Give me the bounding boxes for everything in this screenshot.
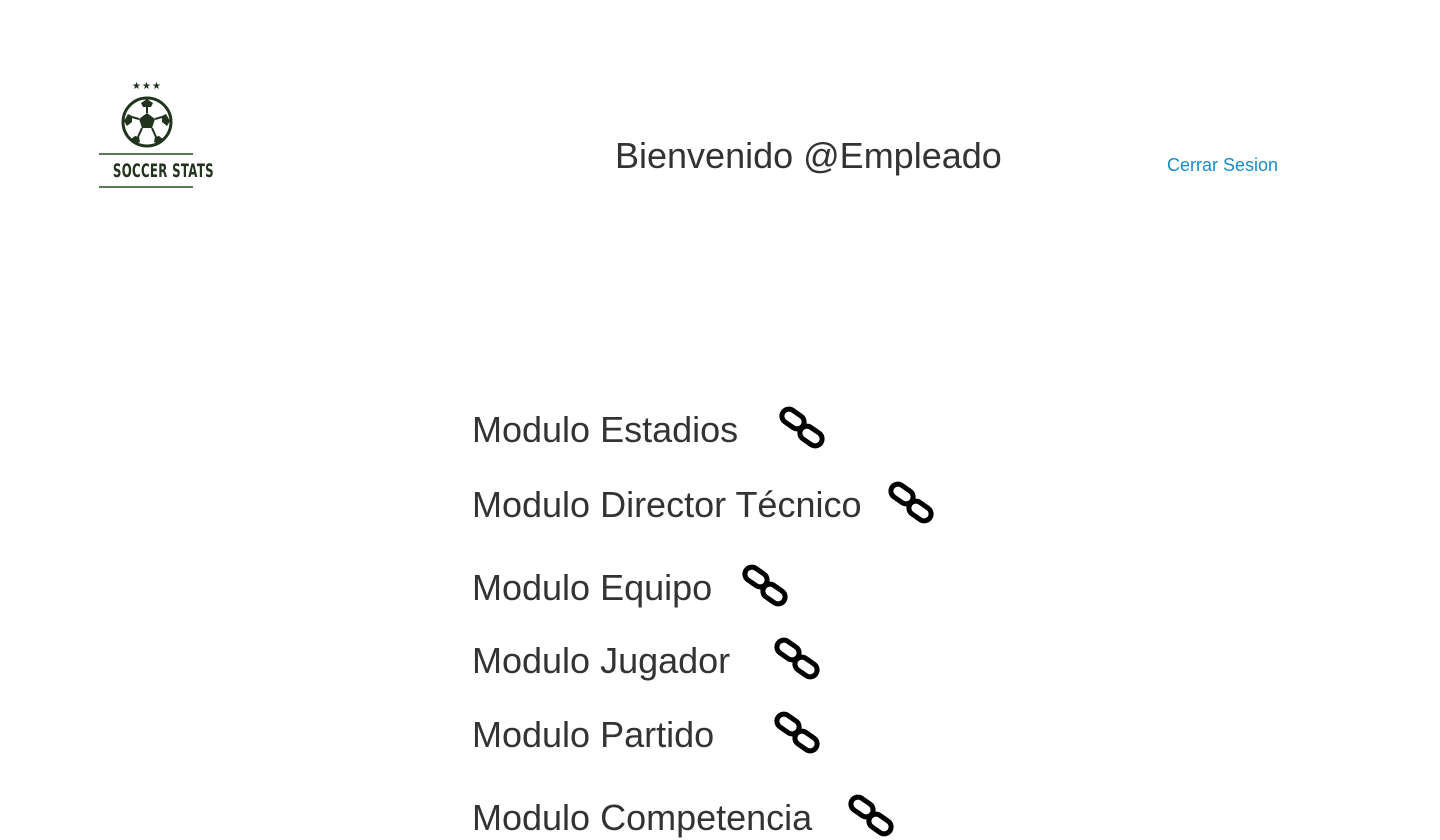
logo-rule-bottom (99, 186, 193, 188)
welcome-title: Bienvenido @Empleado (615, 135, 1002, 176)
link-icon[interactable] (844, 793, 900, 840)
link-icon[interactable] (775, 405, 831, 453)
logout-link[interactable]: Cerrar Sesion (1167, 154, 1278, 176)
logo-rule-top (99, 153, 193, 155)
module-label: Modulo Equipo (472, 567, 713, 608)
link-icon[interactable] (770, 636, 826, 684)
module-label: Modulo Jugador (472, 640, 731, 681)
link-icon[interactable] (884, 480, 940, 528)
module-label: Modulo Competencia (472, 797, 813, 838)
module-label: Modulo Partido (472, 714, 715, 755)
module-label: Modulo Director Técnico (472, 484, 862, 525)
logo-brand-text: SOCCER STATS (112, 160, 214, 182)
module-label: Modulo Estadios (472, 409, 739, 450)
link-icon[interactable] (738, 563, 794, 611)
page: ★★★ SOCCER STATS Bienvenido @Empleado Ce… (0, 0, 1440, 840)
link-icon[interactable] (770, 710, 826, 758)
soccer-stats-logo[interactable]: ★★★ SOCCER STATS (92, 80, 214, 192)
logo-stars: ★★★ (132, 81, 162, 92)
soccer-ball-icon (121, 96, 173, 148)
